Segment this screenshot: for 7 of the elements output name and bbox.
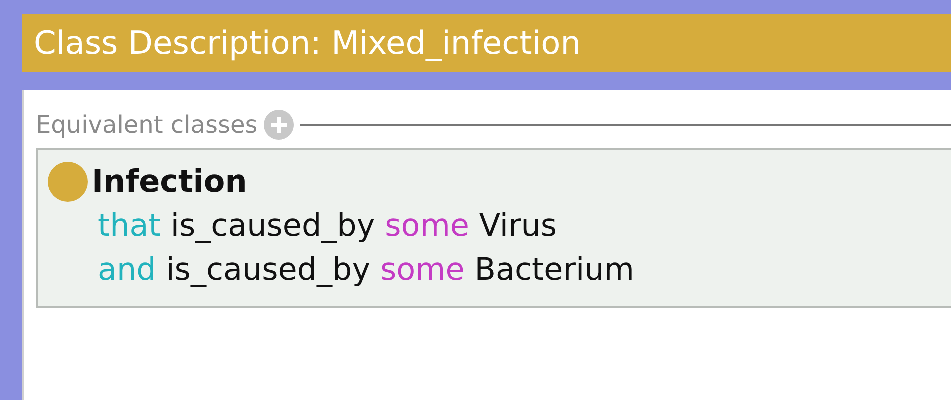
- expression-line: and is_caused_by some Bacterium: [97, 251, 634, 290]
- section-label: Equivalent classes: [36, 111, 258, 139]
- add-icon[interactable]: [264, 110, 294, 140]
- expression-line: that is_caused_by some Virus: [97, 207, 558, 246]
- class-icon: [48, 162, 88, 202]
- class-name: Infection: [92, 163, 248, 202]
- panel-title: Class Description: Mixed_infection: [22, 14, 951, 72]
